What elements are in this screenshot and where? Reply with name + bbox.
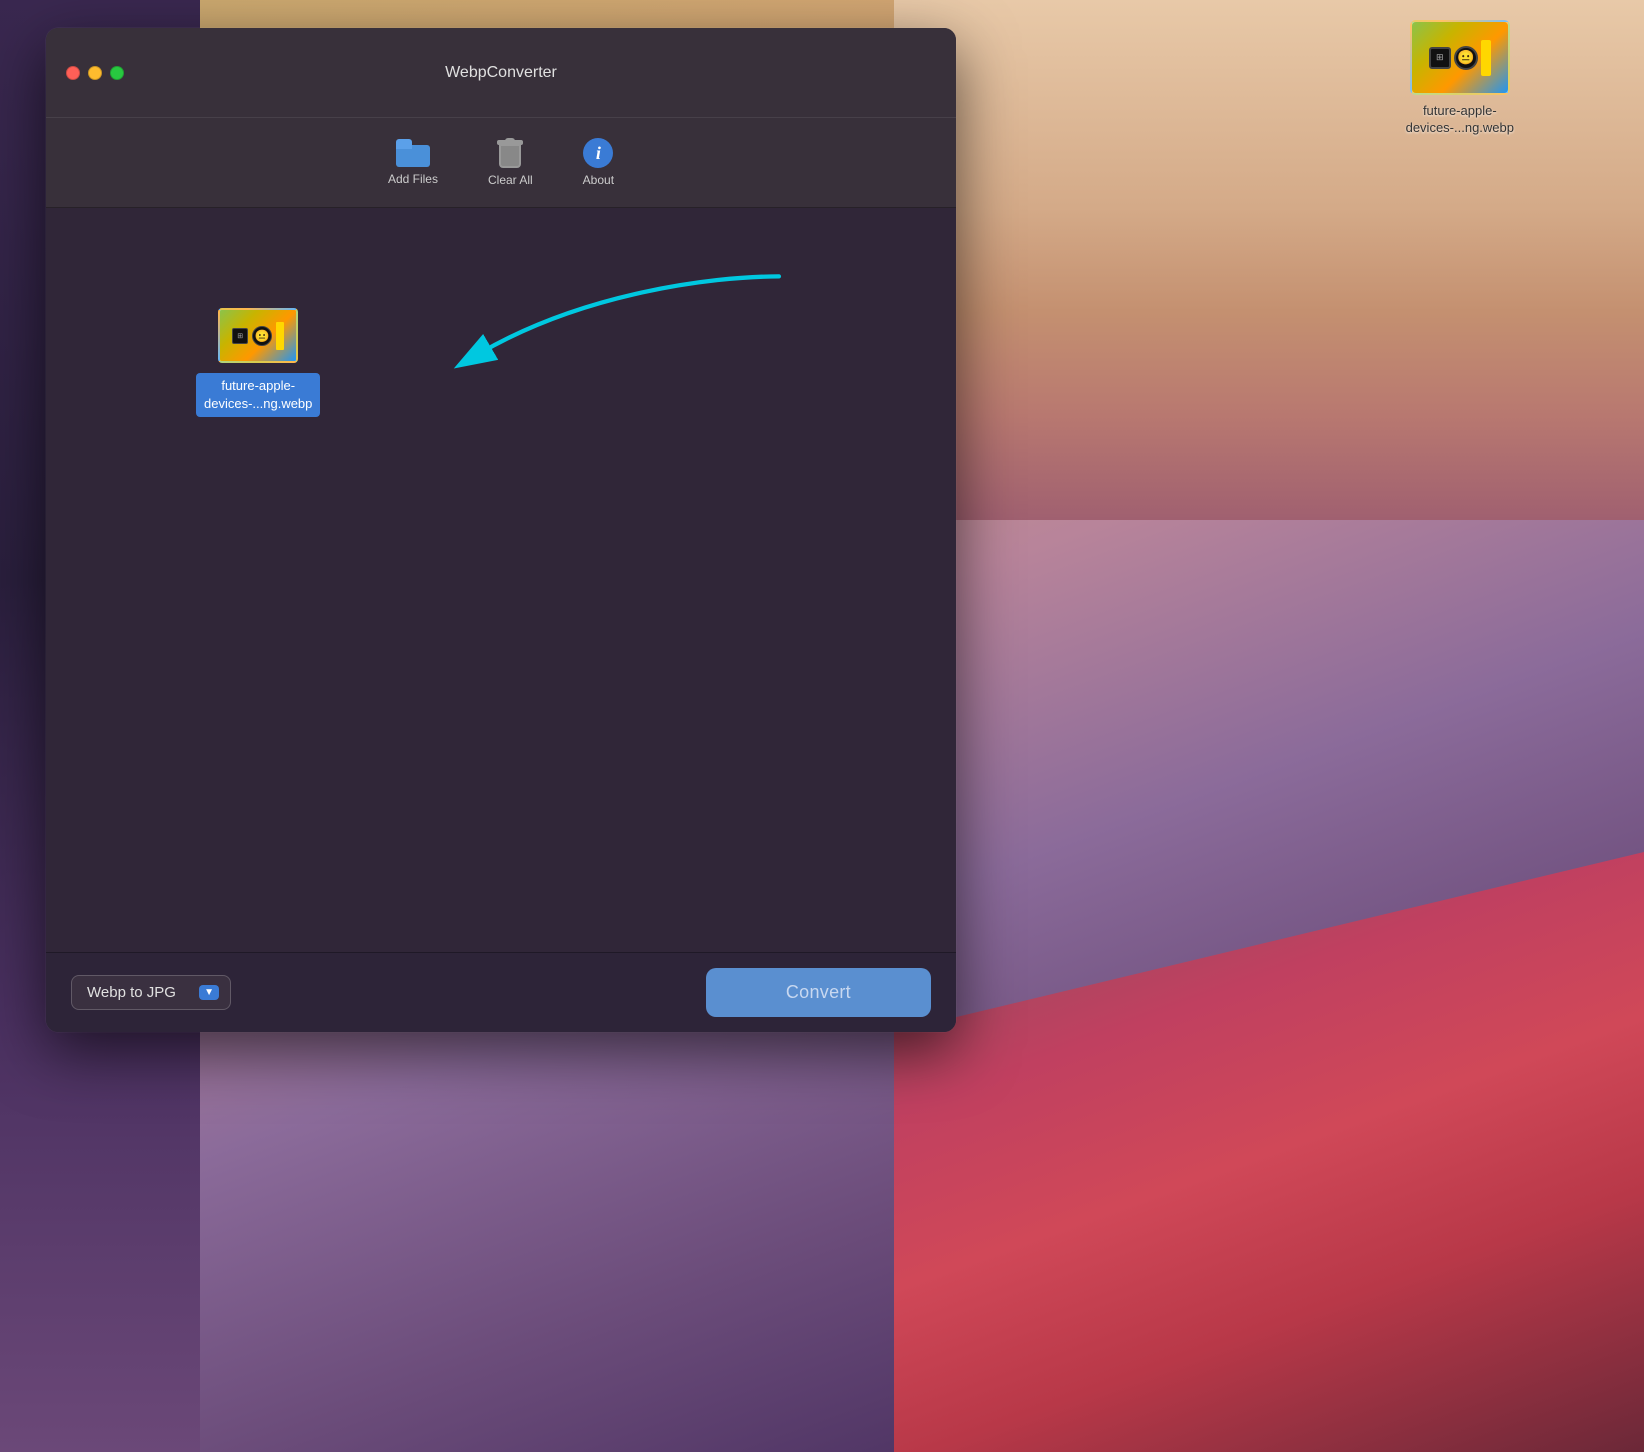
titlebar: WebpConverter: [46, 28, 956, 118]
window-title: WebpConverter: [445, 64, 557, 82]
file-drop-area[interactable]: ⊞ 😐 future-apple- devices-...ng.webp: [46, 208, 956, 952]
bottom-bar: Webp to JPG Webp to PNG Webp to TIFF JPG…: [46, 952, 956, 1032]
desktop-file-icon[interactable]: ⊞ 😐 future-apple- devices-...ng.webp: [1406, 20, 1514, 137]
file-thumbnail: ⊞ 😐: [218, 308, 298, 363]
annotation-arrow: [46, 208, 956, 952]
clear-all-button[interactable]: Clear All: [488, 138, 533, 187]
format-select-container: Webp to JPG Webp to PNG Webp to TIFF JPG…: [71, 975, 231, 1010]
maximize-button[interactable]: [110, 66, 124, 80]
traffic-lights: [66, 66, 124, 80]
file-item[interactable]: ⊞ 😐 future-apple- devices-...ng.webp: [196, 308, 320, 417]
add-files-icon: [396, 139, 430, 167]
minimize-button[interactable]: [88, 66, 102, 80]
desktop-file-label: future-apple- devices-...ng.webp: [1406, 103, 1514, 137]
webp-converter-window: WebpConverter Add Files Clear All: [46, 28, 956, 1032]
close-button[interactable]: [66, 66, 80, 80]
add-files-button[interactable]: Add Files: [388, 139, 438, 186]
toolbar: Add Files Clear All i About: [46, 118, 956, 208]
desktop-file-thumbnail: ⊞ 😐: [1410, 20, 1510, 95]
desktop-top-right-area: [894, 0, 1644, 520]
add-files-label: Add Files: [388, 172, 438, 186]
clear-all-label: Clear All: [488, 173, 533, 187]
file-thumbnail-inner: ⊞ 😐: [232, 322, 284, 350]
format-select[interactable]: Webp to JPG Webp to PNG Webp to TIFF JPG…: [71, 975, 231, 1010]
convert-button[interactable]: Convert: [706, 968, 931, 1017]
folder-icon: [396, 139, 430, 167]
about-icon: i: [583, 138, 613, 168]
about-button[interactable]: i About: [583, 138, 614, 187]
file-label: future-apple- devices-...ng.webp: [196, 373, 320, 417]
about-label: About: [583, 173, 614, 187]
info-icon: i: [583, 138, 613, 168]
trash-icon-wrapper: [497, 138, 523, 168]
trash-icon: [497, 138, 523, 168]
